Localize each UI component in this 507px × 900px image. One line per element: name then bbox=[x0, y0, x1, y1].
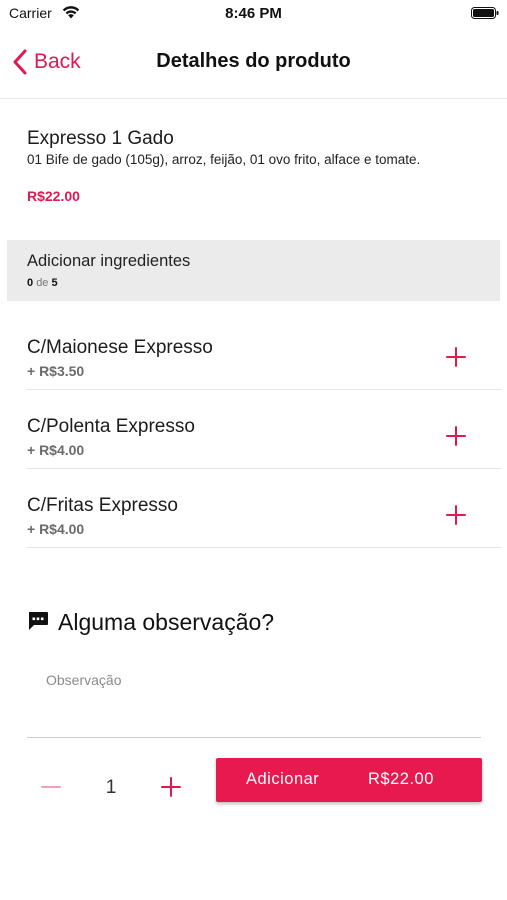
ingredients-selected: 0 bbox=[27, 277, 34, 289]
product-price: R$22.00 bbox=[27, 188, 80, 204]
plus-icon[interactable] bbox=[160, 776, 182, 798]
ingredients-title: Adicionar ingredientes bbox=[27, 252, 191, 270]
ingredient-name: C/Polenta Expresso bbox=[27, 416, 195, 437]
ingredient-price: + R$4.00 bbox=[27, 521, 85, 537]
ingredients-of-label: de bbox=[36, 277, 49, 289]
product-name: Expresso 1 Gado bbox=[27, 128, 174, 149]
nav-divider bbox=[0, 98, 507, 99]
ingredients-count: 0 de 5 bbox=[27, 277, 58, 289]
observation-title: Alguma observação? bbox=[58, 609, 275, 635]
add-button-price: R$22.00 bbox=[368, 770, 434, 788]
add-to-cart-button[interactable]: Adicionar R$22.00 bbox=[216, 758, 482, 802]
product-description: 01 Bife de gado (105g), arroz, feijão, 0… bbox=[27, 152, 421, 167]
page-title: Detalhes do produto bbox=[156, 50, 351, 72]
observation-field[interactable] bbox=[27, 660, 481, 738]
ingredient-row[interactable]: C/Maionese Expresso + R$3.50 bbox=[27, 311, 501, 390]
minus-icon[interactable] bbox=[40, 776, 62, 798]
plus-icon[interactable] bbox=[445, 504, 467, 526]
status-time: 8:46 PM bbox=[225, 5, 282, 22]
ingredient-price: + R$4.00 bbox=[27, 442, 85, 458]
ingredient-name: C/Maionese Expresso bbox=[27, 337, 213, 358]
quantity-value: 1 bbox=[105, 777, 117, 798]
ingredient-name: C/Fritas Expresso bbox=[27, 495, 178, 516]
plus-icon[interactable] bbox=[445, 346, 467, 368]
ingredient-row[interactable]: C/Polenta Expresso + R$4.00 bbox=[27, 390, 501, 469]
battery-icon bbox=[471, 7, 499, 19]
ingredient-price: + R$3.50 bbox=[27, 363, 85, 379]
add-button-label: Adicionar bbox=[246, 770, 320, 788]
ingredient-row[interactable]: C/Fritas Expresso + R$4.00 bbox=[27, 469, 501, 548]
row-divider bbox=[27, 547, 501, 548]
plus-icon[interactable] bbox=[445, 425, 467, 447]
comment-icon bbox=[28, 612, 48, 630]
ingredients-max: 5 bbox=[51, 277, 58, 289]
